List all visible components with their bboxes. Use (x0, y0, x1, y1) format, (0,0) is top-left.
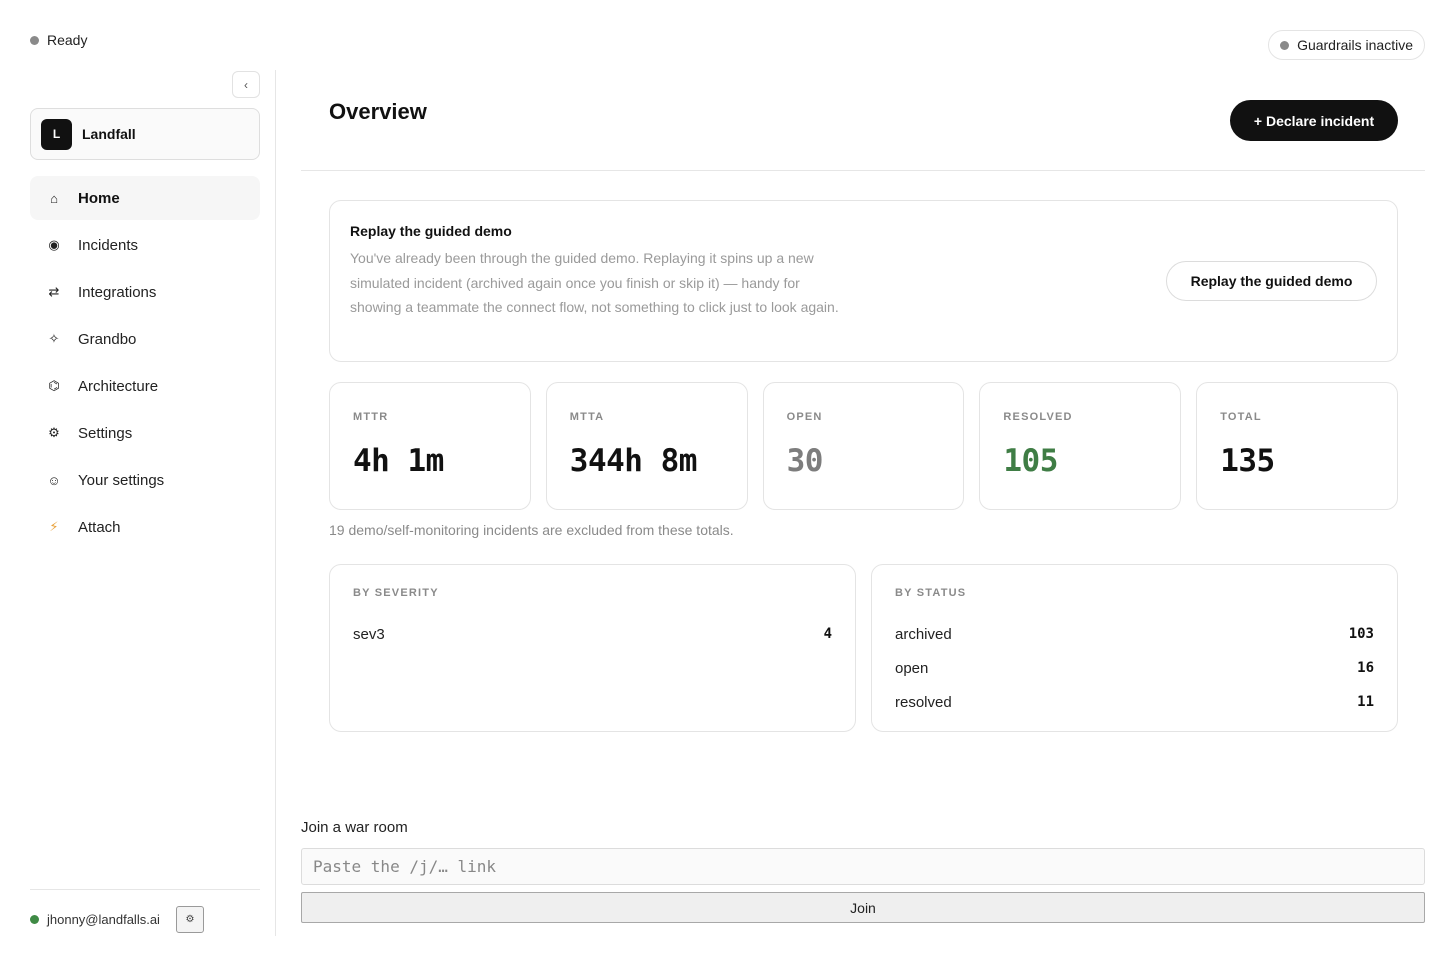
metric-card-resolved: RESOLVED 105 (979, 382, 1182, 510)
breakdown-row: open 16 (895, 651, 1374, 685)
breakdown-name: open (895, 659, 929, 677)
by-status-card: BY STATUS archived 103 open 16 resolved 11 (871, 564, 1398, 732)
sidebar-item-integrations[interactable]: ⇄ Integrations (30, 270, 260, 314)
sidebar-nav: ⌂ Home ◉ Incidents ⇄ Integrations ✧ Grandbo ⌬ Arc… (30, 176, 260, 552)
workspace-switcher[interactable]: L Landfall (30, 108, 260, 160)
sidebar-item-attach[interactable]: ⚡ Attach (30, 505, 260, 549)
metric-value-open: 30 (786, 443, 824, 479)
by-severity-label: BY SEVERITY (353, 587, 439, 599)
metric-card-mttr: MTTR 4h 1m (329, 382, 531, 510)
sidebar-item-label: Architecture (78, 377, 159, 395)
sidebar-item-label: Your settings (78, 471, 165, 489)
sidebar-item-grandbo[interactable]: ✧ Grandbo (30, 317, 260, 361)
declare-incident-button[interactable]: + Declare incident (1230, 100, 1398, 141)
metric-card-mtta: MTTA 344h 8m (545, 382, 748, 510)
sidebar-item-label: Home (78, 189, 120, 207)
metric-label: RESOLVED (1003, 411, 1073, 423)
breakdown-name: resolved (895, 693, 952, 711)
bolt-icon: ⚡ (49, 519, 59, 534)
guardrails-badge[interactable]: Guardrails inactive (1268, 30, 1425, 60)
replay-demo-button[interactable]: Replay the guided demo (1166, 261, 1377, 301)
user-account: jhonny@landfalls.ai ⚙ (30, 906, 204, 933)
breakdown-count: 16 (1357, 660, 1374, 676)
by-severity-list: sev3 4 (353, 617, 832, 651)
guided-demo-card: Replay the guided demo You've already be… (329, 200, 1398, 362)
user-settings-button[interactable]: ⚙ (175, 906, 204, 933)
metric-label: TOTAL (1220, 411, 1262, 423)
user-icon: ☺ (47, 472, 61, 488)
sidebar-item-label: Grandbo (78, 330, 137, 348)
status-label: Ready (47, 32, 88, 48)
breakdown-count: 4 (823, 626, 832, 642)
metric-value-mtta: 344h 8m (569, 443, 698, 479)
breakdown-count: 103 (1348, 626, 1374, 642)
sidebar-item-label: Integrations (78, 283, 157, 301)
status-indicator: Ready (30, 32, 87, 48)
metric-value-mttr: 4h 1m (353, 443, 444, 479)
workspace-avatar: L (41, 118, 72, 150)
chevron-left-icon: ‹ (244, 77, 248, 92)
status-dot-icon (30, 35, 39, 45)
breakdown-row: resolved 11 (895, 685, 1374, 719)
metric-card-open: OPEN 30 (762, 382, 965, 510)
sidebar-footer-divider (30, 889, 260, 890)
metric-label: OPEN (786, 411, 823, 423)
integrations-icon: ⇄ (48, 284, 60, 299)
page-title: Overview (329, 99, 427, 124)
sidebar-item-your-settings[interactable]: ☺ Your settings (30, 458, 260, 502)
sidebar-item-label: Incidents (78, 236, 139, 254)
demo-description: You've already been through the guided d… (350, 250, 839, 315)
sidebar-item-incidents[interactable]: ◉ Incidents (30, 223, 260, 267)
breakdown-name: sev3 (353, 625, 385, 643)
war-room-label: Join a war room (301, 819, 408, 836)
breakdown-name: archived (895, 625, 952, 643)
metric-label: MTTA (569, 411, 605, 423)
metrics-row: MTTR 4h 1m MTTA 344h 8m OPEN 30 RESOLVED 105 TOT… (329, 382, 1398, 510)
user-online-dot-icon (30, 915, 39, 924)
header-divider (301, 170, 1425, 171)
sidebar-item-settings[interactable]: ⚙ Settings (30, 411, 260, 455)
architecture-icon: ⌬ (48, 378, 60, 393)
demo-title: Replay the guided demo (350, 223, 512, 239)
by-status-list: archived 103 open 16 resolved 11 (895, 617, 1374, 719)
metric-value-resolved: 105 (1003, 443, 1058, 479)
excluded-note: 19 demo/self-monitoring incidents are ex… (329, 522, 734, 538)
home-icon: ⌂ (50, 190, 58, 206)
sidebar-item-home[interactable]: ⌂ Home (30, 176, 260, 220)
sparkle-icon: ✧ (48, 331, 60, 346)
sidebar-item-label: Settings (78, 424, 133, 442)
join-war-room-button[interactable]: Join (301, 892, 1425, 923)
sidebar-divider (275, 70, 276, 936)
war-room-link-input[interactable] (301, 848, 1425, 885)
guardrails-dot-icon (1280, 40, 1290, 50)
gear-icon: ⚙ (48, 425, 60, 440)
breakdown-count: 11 (1357, 694, 1374, 710)
gear-icon: ⚙ (185, 914, 195, 925)
metric-card-total: TOTAL 135 (1196, 382, 1398, 510)
metric-label: MTTR (353, 411, 389, 423)
by-severity-card: BY SEVERITY sev3 4 (329, 564, 856, 732)
sidebar-item-architecture[interactable]: ⌬ Architecture (30, 364, 260, 408)
metric-value-total: 135 (1220, 443, 1275, 479)
collapse-sidebar-button[interactable]: ‹ (232, 71, 260, 98)
sidebar-item-label: Attach (78, 518, 121, 536)
breakdown-row: sev3 4 (353, 617, 832, 651)
breakdown-row: archived 103 (895, 617, 1374, 651)
workspace-name: Landfall (82, 126, 136, 142)
incident-icon: ◉ (48, 237, 60, 252)
user-email: jhonny@landfalls.ai (47, 912, 160, 927)
by-status-label: BY STATUS (895, 587, 967, 599)
guardrails-label: Guardrails inactive (1297, 37, 1413, 53)
